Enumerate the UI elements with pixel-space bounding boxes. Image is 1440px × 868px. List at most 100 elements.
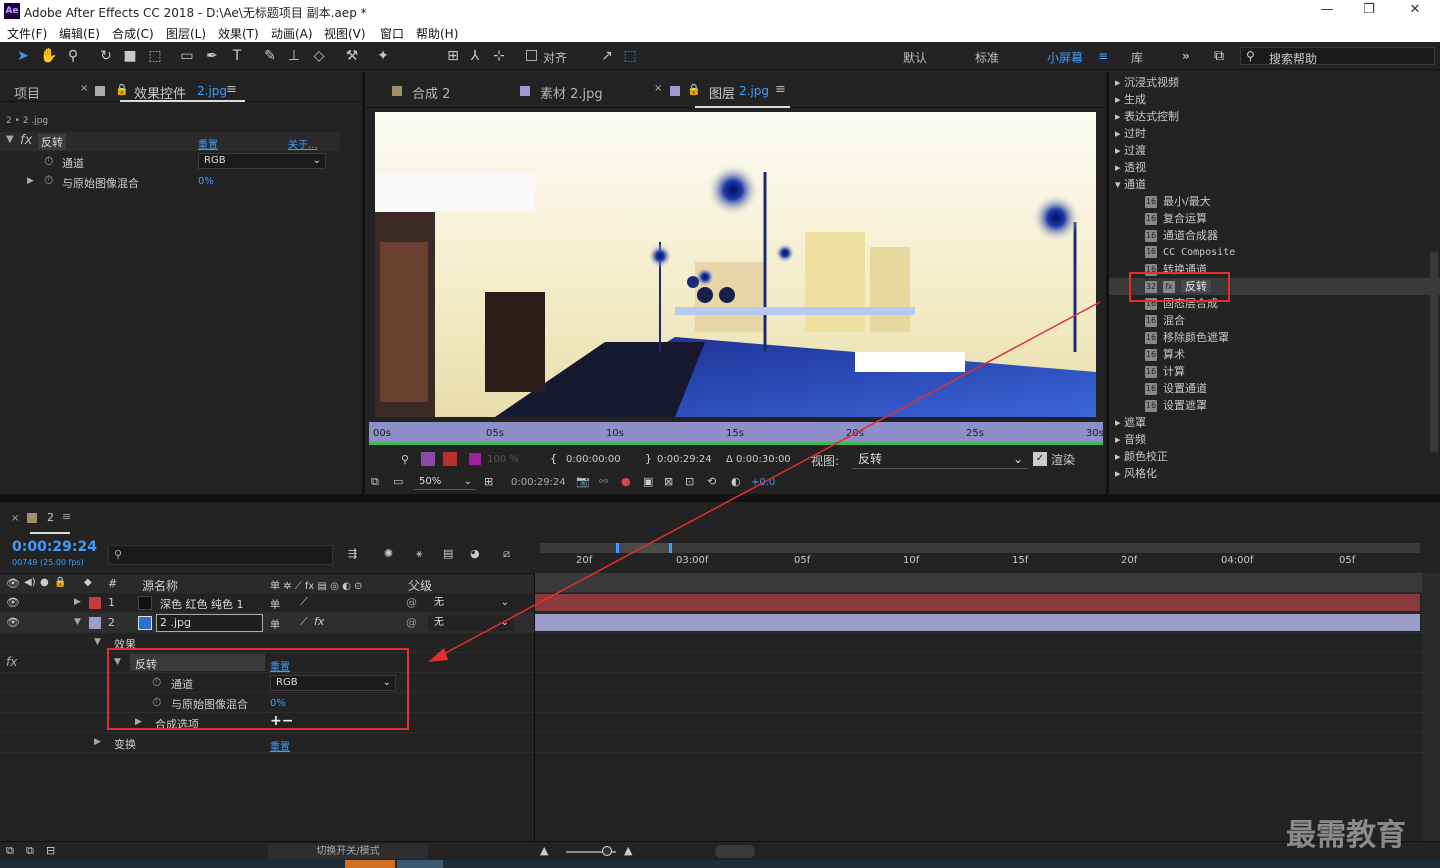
workspace-standard[interactable]: 标准 [975,49,999,66]
effect-category[interactable]: ▸ 沉浸式视频 [1109,74,1440,91]
viewer-image[interactable] [375,112,1096,417]
region-icon[interactable]: ▣ [643,475,653,488]
panel-menu-icon[interactable]: ≡ [775,82,786,97]
col-source-name[interactable]: 源名称 [142,577,178,594]
channel-icon[interactable]: ● [621,475,631,488]
current-time[interactable]: 0:00:29:24 [511,477,566,488]
zoom-in-icon[interactable]: ▲ [624,844,632,857]
close-tab-icon[interactable]: × [11,513,19,524]
work-area-bar[interactable] [540,543,1420,553]
layer-row-selected[interactable]: 👁 ▼ 2 2 .jpg 单 ⟋ fx @ 无 ⌄ [0,613,535,633]
collapse-triangle-icon[interactable]: ▼ [94,637,101,647]
layer-row[interactable]: 👁 ▶ 1 深色 红色 纯色 1 单 ⟋ @ 无 ⌄ [0,593,535,613]
percent-value[interactable]: 100 % [487,454,519,465]
expand-triangle-icon[interactable]: ▶ [27,176,34,186]
color-swatch[interactable] [469,453,481,465]
world-axis-icon[interactable]: ⅄ [466,47,484,65]
tab-layer[interactable]: 图层 [709,83,735,102]
pan-behind-tool-icon[interactable]: ⬚ [146,47,164,65]
maximize-icon[interactable]: ❐ [1354,2,1384,20]
menu-edit[interactable]: 编辑(E) [59,25,100,42]
transparency-grid-icon[interactable]: ⊠ [664,475,673,488]
type-tool-icon[interactable]: T [228,47,246,65]
parent-dropdown[interactable]: 无 ⌄ [428,595,514,611]
out-time[interactable]: 0:00:29:24 [657,454,712,465]
panel-menu-icon[interactable]: ≡ [226,82,237,97]
layer-duration-bar[interactable] [535,594,1420,611]
in-out-icon[interactable]: ⊟ [46,844,55,857]
effect-category[interactable]: ▸ 生成 [1109,91,1440,108]
effect-category[interactable]: ▸ 音频 [1109,431,1440,448]
effect-category[interactable]: ▸ 过时 [1109,125,1440,142]
effect-item[interactable]: 16 计算 [1109,363,1440,380]
effect-item[interactable]: 16 复合运算 [1109,210,1440,227]
effect-item[interactable]: 16 通道合成器 [1109,227,1440,244]
menu-effect[interactable]: 效果(T) [218,25,259,42]
menu-file[interactable]: 文件(F) [7,25,47,42]
effect-category[interactable]: ▸ 表达式控制 [1109,108,1440,125]
frame-blending-icon[interactable]: ▤ [443,547,453,560]
menu-help[interactable]: 帮助(H) [416,25,458,42]
shy-switch-icon[interactable]: 单 [270,596,280,611]
effect-item[interactable]: 16 最小/最大 [1109,193,1440,210]
effect-item[interactable]: 16 设置遮罩 [1109,397,1440,414]
taskbar-app-icon[interactable] [397,860,443,868]
in-time[interactable]: 0:00:00:00 [566,454,621,465]
property-row[interactable]: ▶ 变换 重置 [0,733,535,753]
puppet-icon[interactable] [443,452,457,466]
timecode[interactable]: 0:00:29:24 [12,539,97,555]
solo-icon[interactable]: ● [40,577,49,588]
workspace-default[interactable]: 默认 [903,49,927,66]
menu-animation[interactable]: 动画(A) [271,25,313,42]
camera-tool-icon[interactable]: ■ [121,47,139,65]
audio-icon[interactable]: ◀) [24,577,36,588]
panel-divider[interactable] [0,494,1440,502]
visibility-icon[interactable]: 👁 [6,596,20,609]
exposure-value[interactable]: +0.0 [751,477,775,488]
effect-category[interactable]: ▸ 过渡 [1109,142,1440,159]
brush-tool-icon[interactable]: ✎ [261,47,279,65]
sync-settings-icon[interactable]: ⧉ [1210,47,1228,65]
monitor-icon[interactable]: ▭ [393,475,403,488]
timeline-ruler[interactable]: 20f 03:00f 05f 10f 15f 20f 04:00f 05f [540,553,1420,573]
tab-effect-layer-name[interactable]: 2.jpg [197,84,227,98]
tab-footage[interactable]: 素材 2.jpg [540,83,603,102]
pen-tool-icon[interactable]: ✒ [203,47,221,65]
reset-link[interactable]: 重置 [270,738,290,753]
effect-category[interactable]: ▸ 遮罩 [1109,414,1440,431]
menu-window[interactable]: 窗口 [380,25,404,42]
effect-item[interactable]: 16 算术 [1109,346,1440,363]
3d-view-icon[interactable]: ⊡ [685,475,694,488]
label-icon[interactable]: ◆ [84,577,92,588]
pickwhip-icon[interactable]: @ [406,596,417,609]
timeline-search-input[interactable]: ⚲ [108,545,333,565]
always-preview-icon[interactable]: ⧉ [371,475,379,489]
out-point-icon[interactable]: } [645,452,652,465]
motion-path-icon[interactable]: ⚲ [401,453,409,466]
effect-header-row[interactable]: ▼ fx 反转 重置 关于... [0,132,340,151]
snap-options-icon[interactable]: ↗ [598,47,616,65]
quality-switch-icon[interactable]: ⟋ [300,615,308,629]
stopwatch-icon[interactable]: ⏱ [44,173,53,188]
shy-switch-icon[interactable]: 单 [270,616,280,631]
timeline-scrollbar[interactable] [1422,573,1440,841]
motion-blur-icon[interactable]: ◕ [470,547,480,560]
snap-checkbox[interactable] [526,50,537,61]
visibility-icon[interactable]: 👁 [6,577,20,590]
effect-item[interactable]: 16 混合 [1109,312,1440,329]
transfer-controls-icon[interactable]: ⧉ [26,844,34,858]
pickwhip-icon[interactable]: @ [406,616,417,629]
effect-category[interactable]: ▸ 颜色校正 [1109,448,1440,465]
more-workspaces-icon[interactable]: » [1182,49,1190,63]
close-tab-icon[interactable]: × [80,83,88,94]
show-snapshot-icon[interactable]: ⚯ [599,475,608,488]
parent-dropdown[interactable]: 无 ⌄ [428,615,514,631]
tab-layer-name[interactable]: 2.jpg [739,84,769,98]
draft-3d-icon[interactable]: ✺ [384,547,393,560]
rotate-tool-icon[interactable]: ↻ [97,47,115,65]
panel-menu-icon[interactable]: ≡ [62,510,71,523]
workspace-small-screen[interactable]: 小屏幕 [1047,49,1083,66]
scrollbar[interactable] [1430,252,1438,452]
render-checkbox[interactable]: ✓ [1033,452,1047,466]
tab-project[interactable]: 项目 [14,83,40,102]
